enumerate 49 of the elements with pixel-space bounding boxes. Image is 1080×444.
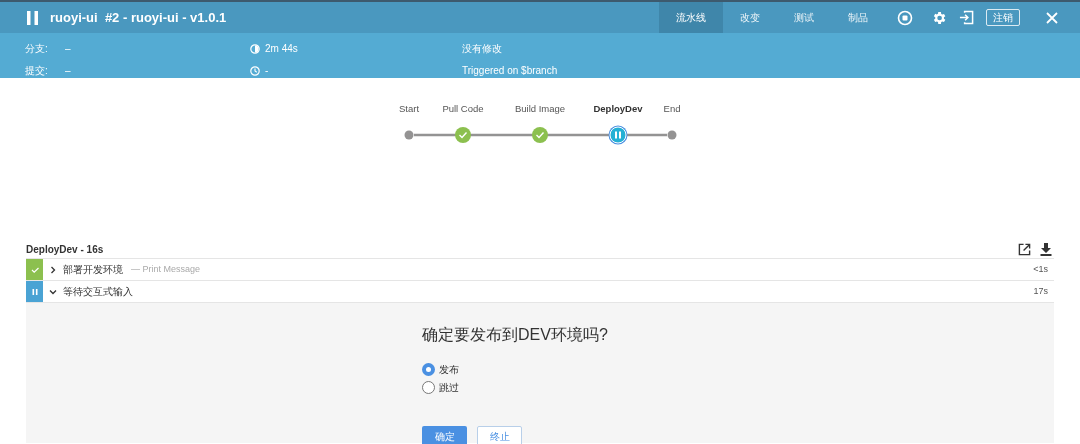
download-icon[interactable] bbox=[1040, 243, 1052, 256]
stage-dot[interactable] bbox=[667, 130, 677, 140]
connector-line bbox=[414, 133, 458, 137]
duration-icon bbox=[250, 43, 260, 54]
branch-value: – bbox=[65, 42, 71, 56]
success-node[interactable] bbox=[455, 127, 471, 143]
nav-tab[interactable]: 改变 bbox=[723, 2, 777, 33]
stage-label: DeployDev bbox=[593, 103, 643, 114]
nav-tab[interactable]: 制品 bbox=[831, 2, 885, 33]
logout-button[interactable]: 注销 bbox=[986, 9, 1020, 26]
step-duration: 17s bbox=[1033, 284, 1048, 298]
chevron-down-icon[interactable] bbox=[49, 287, 57, 296]
stage-title: DeployDev - 16s bbox=[26, 243, 105, 257]
step-name: 部署开发环境 bbox=[63, 263, 123, 277]
input-question: 确定要发布到DEV环境吗? bbox=[422, 325, 609, 345]
paused-node[interactable] bbox=[608, 125, 628, 145]
commit-label: 提交: bbox=[25, 64, 49, 78]
step-duration: <1s bbox=[1033, 262, 1048, 276]
open-external-icon[interactable] bbox=[1018, 243, 1031, 256]
start-value: - bbox=[265, 64, 269, 78]
step-row[interactable]: 部署开发环境 — Print Message <1s bbox=[26, 259, 1054, 281]
stage-label: Pull Code bbox=[442, 103, 484, 114]
changes-text: 没有修改 bbox=[462, 42, 503, 56]
settings-icon[interactable] bbox=[931, 9, 947, 26]
stage-label: Start bbox=[398, 103, 420, 114]
radio-option[interactable]: 发布 bbox=[422, 360, 1054, 378]
step-row[interactable]: 等待交互式输入 17s bbox=[26, 281, 1054, 303]
stage-label: End bbox=[663, 103, 681, 114]
close-icon[interactable] bbox=[1046, 11, 1058, 24]
chevron-right-icon[interactable] bbox=[49, 265, 57, 274]
nav-tab[interactable]: 流水线 bbox=[659, 2, 723, 33]
duration-value: 2m 44s bbox=[265, 42, 298, 56]
run-title: ruoyi-ui #2 - ruoyi-ui - v1.0.1 bbox=[50, 8, 227, 27]
sign-in-icon[interactable] bbox=[959, 10, 974, 25]
abort-button[interactable]: 终止 bbox=[477, 426, 522, 444]
stage-dot[interactable] bbox=[404, 130, 414, 140]
clock-icon bbox=[250, 65, 260, 76]
confirm-button[interactable]: 确定 bbox=[422, 426, 467, 444]
commit-value: – bbox=[65, 64, 71, 78]
stop-icon[interactable] bbox=[897, 9, 913, 26]
nav-tab[interactable]: 测试 bbox=[777, 2, 831, 33]
branch-label: 分支: bbox=[25, 42, 49, 56]
radio-option[interactable]: 跳过 bbox=[422, 378, 1054, 396]
trigger-text: Triggered on $branch bbox=[462, 64, 559, 78]
success-node[interactable] bbox=[532, 127, 548, 143]
stage-label: Build Image bbox=[514, 103, 566, 114]
step-detail: — Print Message bbox=[131, 262, 201, 276]
connector-line bbox=[468, 133, 535, 137]
step-name: 等待交互式输入 bbox=[63, 285, 133, 299]
